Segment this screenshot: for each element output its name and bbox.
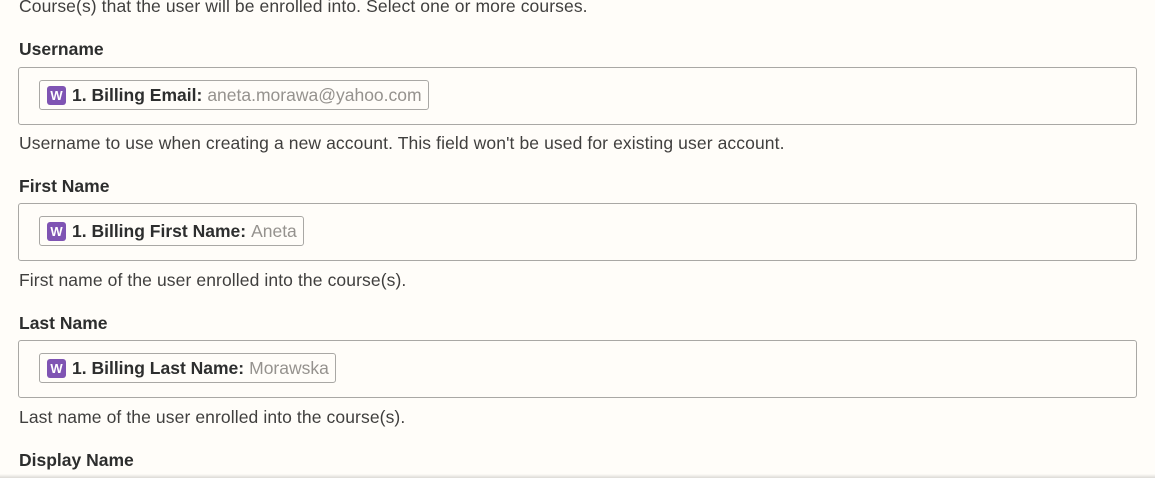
courses-help-text: Course(s) that the user will be enrolled… bbox=[19, 0, 588, 16]
first-name-mapped-value-pill[interactable]: W 1. Billing First Name: Aneta bbox=[39, 216, 304, 246]
first-name-label: First Name bbox=[19, 176, 110, 196]
username-mapped-value-pill[interactable]: W 1. Billing Email: aneta.morawa@yahoo.c… bbox=[39, 80, 429, 110]
scroll-fade bbox=[0, 474, 1155, 478]
pill-value: Aneta bbox=[251, 220, 297, 241]
last-name-label: Last Name bbox=[19, 313, 108, 333]
username-help-text: Username to use when creating a new acco… bbox=[19, 133, 785, 153]
username-label: Username bbox=[19, 39, 104, 59]
last-name-help-text: Last name of the user enrolled into the … bbox=[19, 407, 406, 427]
woocommerce-icon: W bbox=[47, 221, 66, 241]
first-name-help-text: First name of the user enrolled into the… bbox=[19, 270, 407, 290]
pill-label: 1. Billing First Name: bbox=[72, 220, 247, 241]
form-page: Course(s) that the user will be enrolled… bbox=[0, 0, 1155, 478]
last-name-mapped-value-pill[interactable]: W 1. Billing Last Name: Morawska bbox=[39, 353, 336, 383]
woocommerce-icon: W bbox=[47, 85, 66, 105]
first-name-field[interactable]: W 1. Billing First Name: Aneta bbox=[18, 203, 1137, 261]
woocommerce-icon: W bbox=[47, 358, 66, 378]
pill-value: Morawska bbox=[249, 357, 329, 378]
username-field[interactable]: W 1. Billing Email: aneta.morawa@yahoo.c… bbox=[18, 67, 1137, 125]
pill-label: 1. Billing Last Name: bbox=[72, 357, 245, 378]
last-name-field[interactable]: W 1. Billing Last Name: Morawska bbox=[18, 340, 1137, 398]
pill-label: 1. Billing Email: bbox=[72, 84, 203, 105]
pill-value: aneta.morawa@yahoo.com bbox=[207, 84, 422, 105]
display-name-label: Display Name bbox=[19, 450, 134, 470]
